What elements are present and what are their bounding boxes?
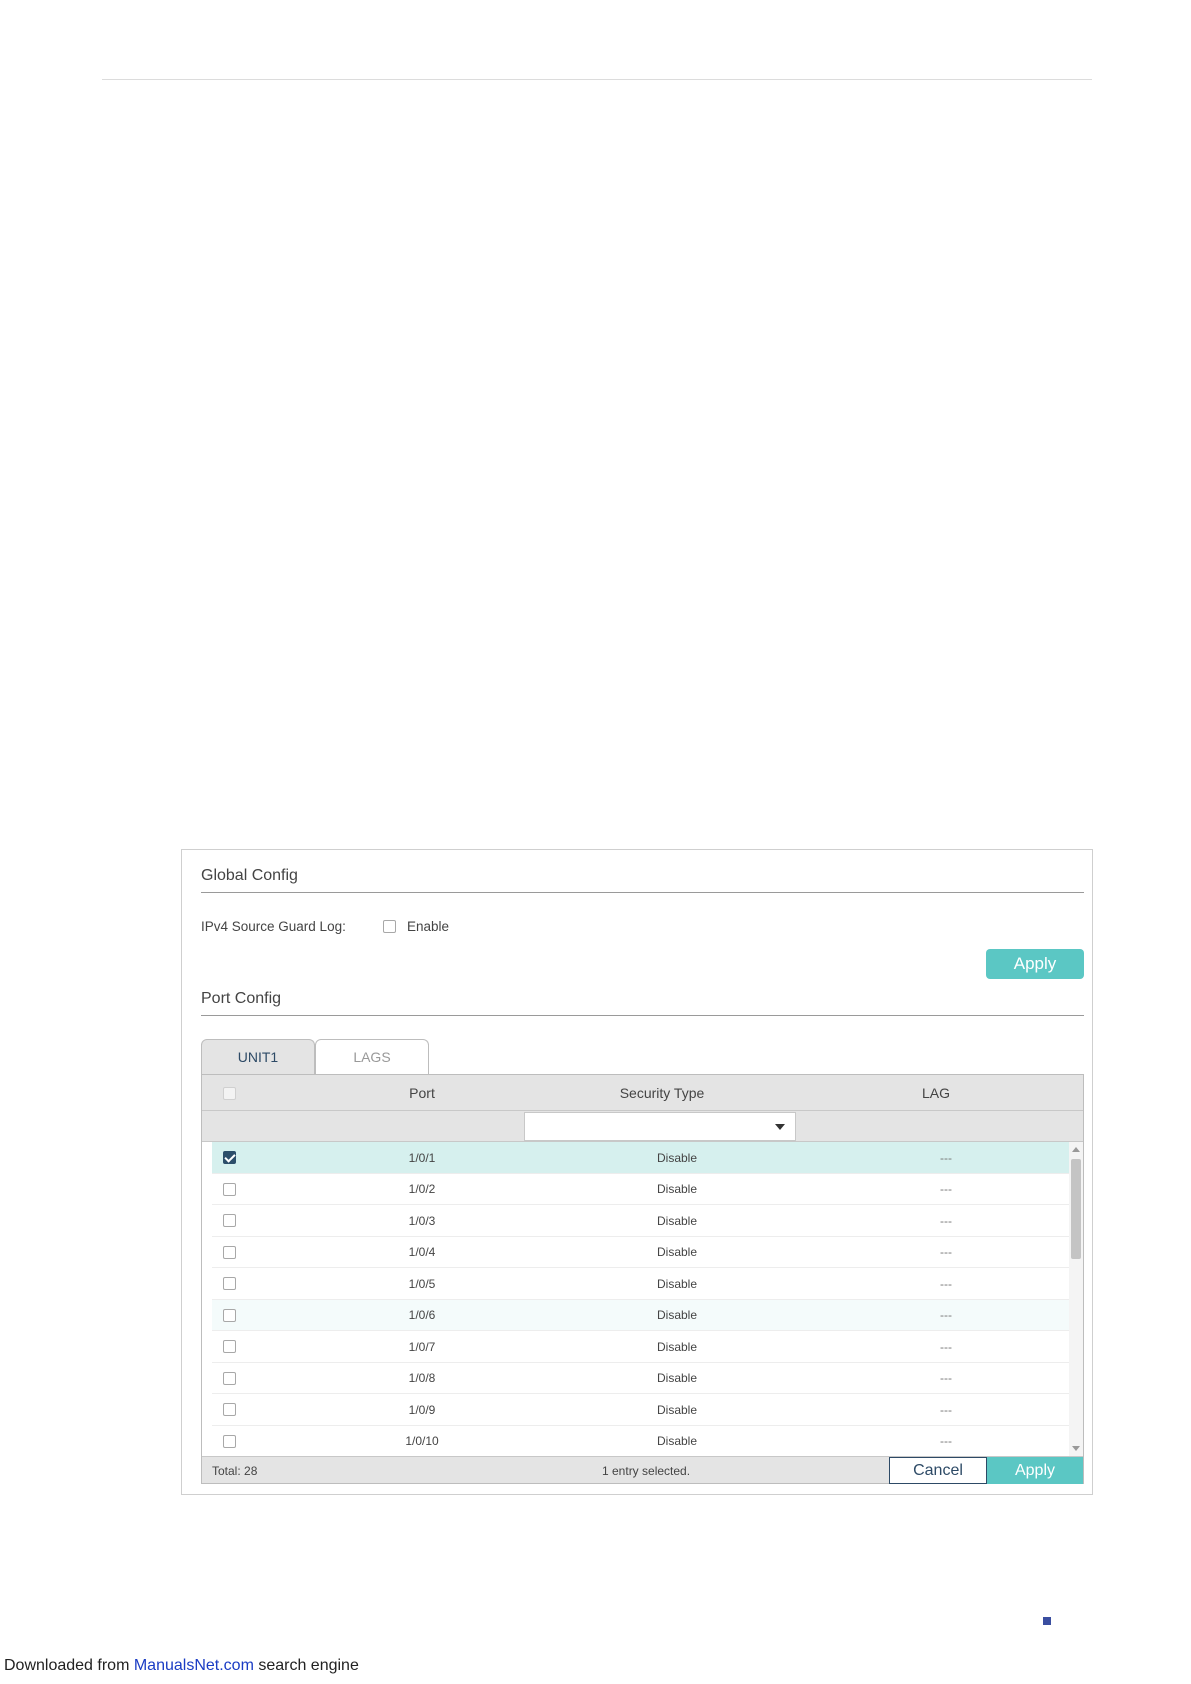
row-security-type: Disable <box>656 1339 698 1354</box>
global-apply-button[interactable]: Apply <box>986 949 1084 979</box>
enable-log-label: Enable <box>407 918 450 934</box>
select-all-checkbox[interactable] <box>222 1086 236 1100</box>
filter-row <box>202 1111 1083 1142</box>
row-security-type: Disable <box>656 1213 698 1228</box>
row-port: 1/0/7 <box>408 1339 436 1354</box>
table-header: Port Security Type LAG <box>202 1075 1083 1111</box>
row-port: 1/0/9 <box>408 1402 436 1417</box>
table-body: 1/0/1 Disable --- 1/0/2 Disable --- 1/0/… <box>202 1142 1083 1456</box>
ip-source-guard-panel: Global Config IPv4 Source Guard Log: Ena… <box>181 849 1093 1495</box>
row-lag: --- <box>940 1245 952 1259</box>
row-lag: --- <box>940 1150 952 1165</box>
table-row[interactable]: 1/0/3 Disable --- <box>212 1205 1069 1237</box>
row-lag: --- <box>940 1182 952 1196</box>
unit-tabs: UNIT1 LAGS <box>201 1039 429 1074</box>
selected-count: 1 entry selected. <box>602 1463 691 1478</box>
row-checkbox[interactable] <box>222 1403 236 1416</box>
row-checkbox[interactable] <box>222 1371 236 1385</box>
global-config-rule <box>201 892 1084 893</box>
port-table: Port Security Type LAG 1/0/1 Disable ---… <box>201 1074 1084 1484</box>
row-port: 1/0/5 <box>408 1276 436 1291</box>
row-checkbox[interactable] <box>222 1214 236 1227</box>
footer-suffix: search engine <box>253 1657 359 1674</box>
page-marker <box>1043 1617 1051 1625</box>
source-guard-log-label: IPv4 Source Guard Log: <box>201 918 346 934</box>
table-row[interactable]: 1/0/1 Disable --- <box>212 1142 1069 1174</box>
table-scrollbar[interactable] <box>1069 1142 1083 1456</box>
scroll-down-icon[interactable] <box>1072 1446 1080 1451</box>
row-security-type: Disable <box>656 1371 698 1385</box>
security-type-filter-select[interactable] <box>524 1112 796 1141</box>
row-security-type: Disable <box>656 1182 698 1196</box>
table-row[interactable]: 1/0/9 Disable --- <box>212 1394 1069 1426</box>
cancel-button[interactable]: Cancel <box>889 1457 987 1484</box>
header-port: Port <box>409 1085 435 1101</box>
row-lag: --- <box>940 1213 952 1228</box>
row-lag: --- <box>940 1276 952 1291</box>
row-port: 1/0/10 <box>405 1434 439 1448</box>
row-security-type: Disable <box>656 1402 698 1417</box>
chevron-down-icon <box>775 1124 785 1130</box>
row-lag: --- <box>940 1434 952 1448</box>
enable-log-checkbox[interactable] <box>383 919 396 933</box>
row-security-type: Disable <box>656 1150 698 1165</box>
total-count: Total: 28 <box>212 1463 258 1478</box>
global-config-title: Global Config <box>201 867 298 884</box>
header-lag: LAG <box>921 1085 950 1101</box>
row-lag: --- <box>940 1371 952 1385</box>
scroll-up-icon[interactable] <box>1072 1147 1080 1152</box>
table-row[interactable]: 1/0/10 Disable --- <box>212 1426 1069 1457</box>
row-checkbox[interactable] <box>222 1277 236 1290</box>
port-apply-button[interactable]: Apply <box>987 1457 1083 1484</box>
row-security-type: Disable <box>656 1276 698 1291</box>
scroll-thumb[interactable] <box>1071 1159 1081 1259</box>
row-port: 1/0/3 <box>408 1213 436 1228</box>
header-security-type: Security Type <box>619 1085 705 1101</box>
table-row[interactable]: 1/0/2 Disable --- <box>212 1174 1069 1205</box>
row-port: 1/0/8 <box>408 1371 436 1385</box>
footer-prefix: Downloaded from <box>4 1657 134 1674</box>
row-lag: --- <box>940 1308 952 1322</box>
header-select-all[interactable] <box>222 1075 236 1111</box>
port-config-title: Port Config <box>201 990 282 1007</box>
table-row[interactable]: 1/0/8 Disable --- <box>212 1363 1069 1394</box>
row-lag: --- <box>940 1402 952 1417</box>
row-port: 1/0/1 <box>408 1150 436 1165</box>
row-checkbox[interactable] <box>222 1182 236 1196</box>
row-checkbox[interactable] <box>222 1434 236 1448</box>
row-port: 1/0/2 <box>408 1182 436 1196</box>
row-checkbox[interactable] <box>222 1151 236 1164</box>
table-row[interactable]: 1/0/6 Disable --- <box>212 1299 1069 1331</box>
row-checkbox[interactable] <box>222 1308 236 1322</box>
download-footer: Downloaded from ManualsNet.com search en… <box>4 1657 359 1675</box>
table-row[interactable]: 1/0/5 Disable --- <box>212 1268 1069 1300</box>
page-top-rule <box>102 79 1092 80</box>
row-security-type: Disable <box>656 1308 698 1322</box>
row-port: 1/0/4 <box>408 1245 436 1259</box>
table-footer: Total: 28 1 entry selected. Cancel Apply <box>202 1456 1083 1484</box>
tab-unit1[interactable]: UNIT1 <box>201 1039 315 1074</box>
manualsnet-link[interactable]: ManualsNet.com <box>134 1657 254 1674</box>
table-row[interactable]: 1/0/7 Disable --- <box>212 1331 1069 1363</box>
row-checkbox[interactable] <box>222 1245 236 1259</box>
row-security-type: Disable <box>656 1434 698 1448</box>
row-port: 1/0/6 <box>408 1308 436 1322</box>
source-guard-log-row: IPv4 Source Guard Log: Enable <box>201 916 449 936</box>
tab-lags[interactable]: LAGS <box>315 1039 429 1074</box>
port-config-rule <box>201 1015 1084 1016</box>
table-row[interactable]: 1/0/4 Disable --- <box>212 1237 1069 1268</box>
row-lag: --- <box>940 1339 952 1354</box>
row-security-type: Disable <box>656 1245 698 1259</box>
row-checkbox[interactable] <box>222 1340 236 1353</box>
